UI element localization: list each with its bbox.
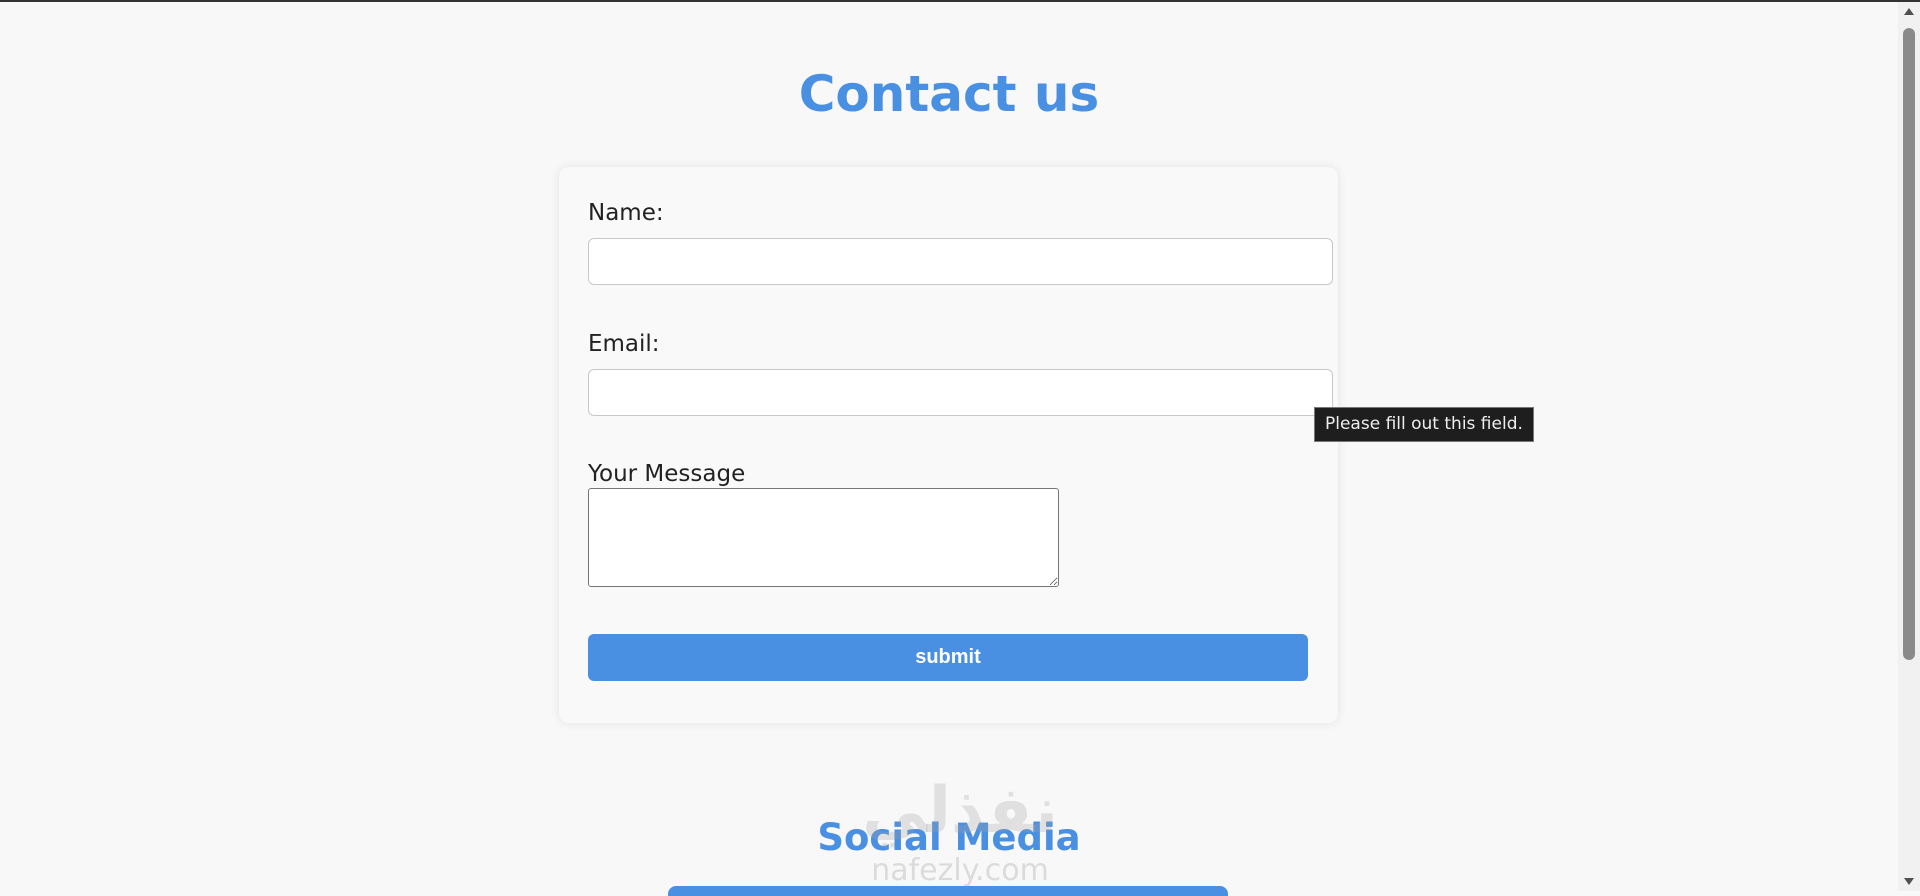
social-media-title: Social Media	[817, 816, 1081, 859]
message-textarea[interactable]	[588, 488, 1059, 587]
name-label: Name:	[588, 200, 664, 226]
validation-tooltip: Please fill out this field.	[1314, 407, 1534, 442]
name-input[interactable]	[588, 238, 1333, 285]
submit-button[interactable]: submit	[588, 634, 1308, 681]
email-label: Email:	[588, 331, 660, 357]
contact-form: Name: Email: Your Message submit	[559, 167, 1338, 723]
vertical-scrollbar[interactable]	[1898, 2, 1920, 891]
scroll-thumb[interactable]	[1903, 28, 1915, 660]
message-label: Your Message	[588, 461, 746, 487]
email-input[interactable]	[588, 369, 1333, 416]
social-media-button[interactable]	[668, 886, 1228, 896]
window-top-border	[0, 0, 1920, 2]
scroll-down-arrow-icon[interactable]	[1904, 878, 1914, 885]
scroll-up-arrow-icon[interactable]	[1904, 8, 1914, 15]
page-title: Contact us	[798, 65, 1100, 123]
